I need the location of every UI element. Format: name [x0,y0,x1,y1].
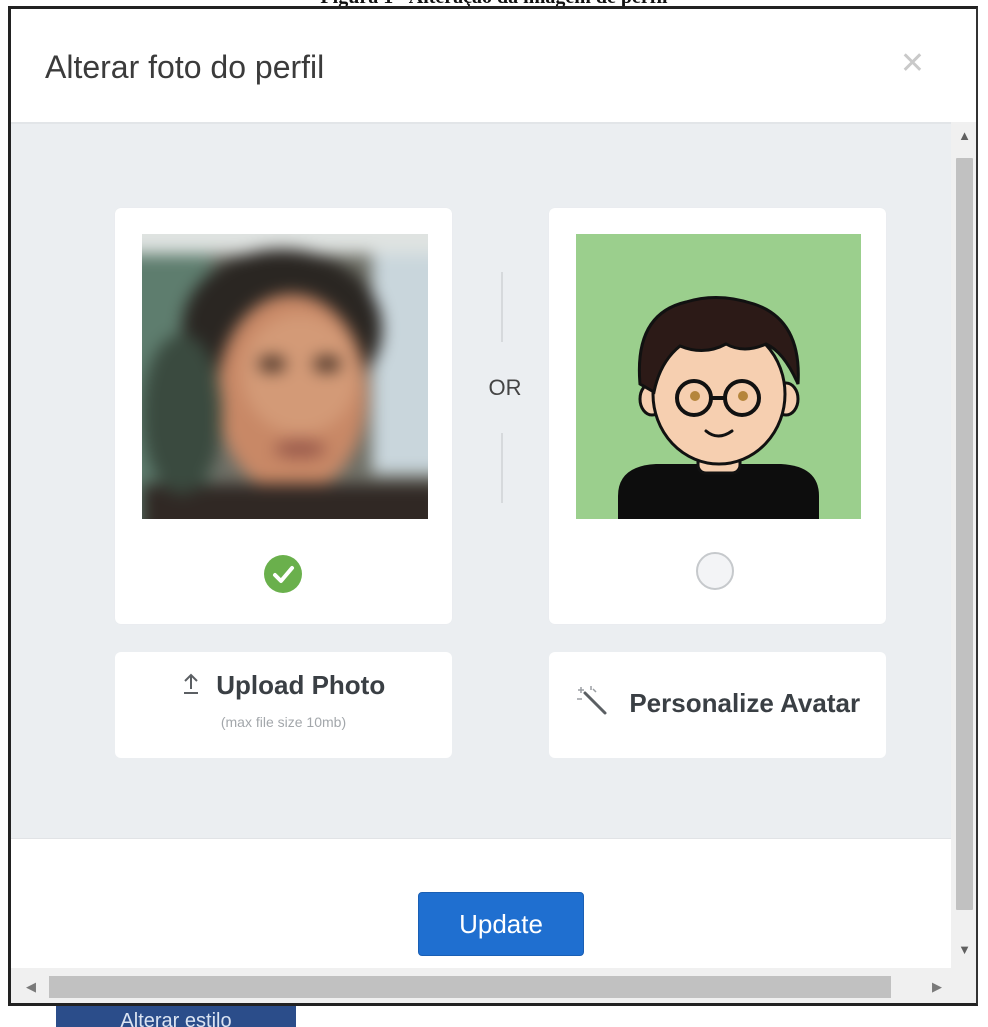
background-button-partial: Alterar estilo [56,1003,296,1027]
vertical-scroll-thumb[interactable] [956,158,973,910]
personalize-avatar-button[interactable]: Personalize Avatar [549,652,886,758]
upload-arrow-icon [182,671,200,700]
blurred-photo-graphic [142,234,428,519]
scroll-right-icon[interactable]: ▶ [923,968,951,1003]
separator-line-top [501,272,503,342]
or-separator-text: OR [488,375,522,400]
dialog-body: OR Upload Photo (max file size 10mb) Per… [11,124,951,838]
vertical-scrollbar[interactable]: ▲ ▼ [951,122,976,968]
upload-photo-button[interactable]: Upload Photo (max file size 10mb) [115,652,452,758]
scroll-up-icon[interactable]: ▲ [951,124,976,148]
horizontal-scroll-thumb[interactable] [49,976,891,998]
personalize-avatar-label: Personalize Avatar [629,688,861,718]
personalize-avatar-row: Personalize Avatar [549,685,886,722]
upload-photo-label: Upload Photo [216,670,386,700]
dialog-title: Alterar foto do perfil [45,49,325,85]
cartoon-avatar-image [576,234,861,519]
check-circle-icon[interactable] [264,555,302,593]
horizontal-scrollbar[interactable]: ◀ ▶ [11,968,976,1003]
close-icon[interactable]: ✕ [900,49,925,79]
profile-photo-image [142,234,428,519]
scroll-down-icon[interactable]: ▼ [951,938,976,962]
upload-photo-row: Upload Photo [115,670,452,701]
profile-photo-dialog: Alterar foto do perfil ✕ OR Upload Photo… [8,6,978,1006]
avatar-option-card[interactable] [549,208,886,624]
magic-wand-icon [575,685,611,722]
update-button[interactable]: Update [418,892,584,956]
radio-unchecked-icon[interactable] [696,552,734,590]
scroll-left-icon[interactable]: ◀ [17,968,45,1003]
dialog-footer: Update [11,838,951,969]
photo-option-card[interactable] [115,208,452,624]
max-file-size-note: (max file size 10mb) [220,714,347,730]
dialog-header: Alterar foto do perfil ✕ [11,9,951,124]
avatar-illustration [576,234,861,519]
separator-line-bottom [501,433,503,503]
